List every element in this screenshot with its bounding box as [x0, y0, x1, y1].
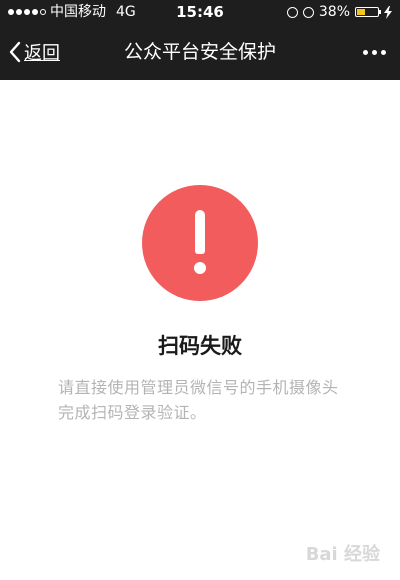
- status-right: 38%: [286, 0, 392, 24]
- status-bar: 中国移动 4G 15:46 38%: [0, 0, 400, 24]
- content: 扫码失败 请直接使用管理员微信号的手机摄像头完成扫码登录验证。 Bai 经验: [0, 80, 400, 580]
- charging-icon: [384, 5, 392, 19]
- exclamation-dot: [194, 262, 206, 274]
- watermark: Bai 经验: [305, 544, 380, 565]
- result-title: 扫码失败: [158, 334, 242, 358]
- more-options-button[interactable]: [363, 24, 386, 80]
- alarm-icon: [302, 6, 314, 18]
- more-dot: [363, 49, 368, 55]
- error-icon: [142, 185, 258, 301]
- battery-percent: 38%: [318, 4, 350, 20]
- exclamation-icon: [195, 210, 205, 254]
- page-title: 公众平台安全保护: [123, 41, 276, 63]
- orientation-lock-icon: [286, 6, 298, 18]
- nav-bar: 返回 公众平台安全保护: [0, 24, 400, 80]
- screen: 中国移动 4G 15:46 38% 返回 公众平台安全保护 扫码失败 请直接使用…: [0, 0, 400, 580]
- result-description: 请直接使用管理员微信号的手机摄像头完成扫码登录验证。: [58, 378, 339, 422]
- battery-icon: [355, 7, 381, 17]
- more-dot: [372, 49, 377, 55]
- more-dot: [381, 49, 386, 55]
